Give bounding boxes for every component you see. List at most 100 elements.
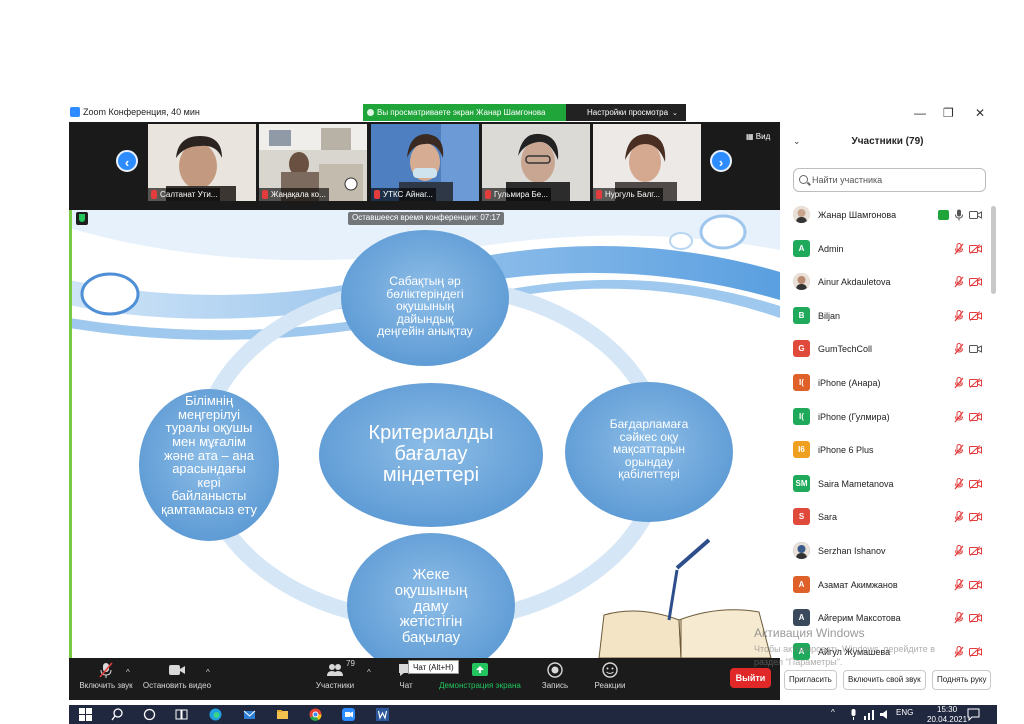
video-options-caret[interactable]: ^	[206, 668, 210, 677]
slide-node-bottom: Жеке оқушының даму жетістігін бақылау	[394, 566, 468, 646]
volume-icon[interactable]	[879, 708, 892, 721]
participant-name: Жанар Шамгонова	[818, 210, 897, 220]
participant-row[interactable]: I(iPhone (Анара)	[780, 368, 990, 398]
stop-video-button[interactable]: Остановить видео	[141, 662, 213, 690]
video-off-icon[interactable]	[969, 378, 982, 388]
participant-row[interactable]: I(iPhone (Гулмира)	[780, 402, 990, 432]
participant-row[interactable]: S Sara	[780, 502, 990, 532]
participant-row[interactable]: Serzhan Ishanov	[780, 536, 990, 566]
participant-row[interactable]: A Admin	[780, 234, 990, 264]
video-off-icon[interactable]	[969, 445, 982, 456]
invite-button[interactable]: Пригласить	[784, 670, 837, 690]
video-off-icon[interactable]	[969, 579, 982, 590]
participant-row[interactable]: Жанар Шамгонова	[780, 200, 990, 230]
minimize-button[interactable]: —	[914, 106, 926, 120]
mail-icon[interactable]	[243, 708, 256, 721]
muted-mic-icon[interactable]	[954, 276, 964, 288]
zoom-logo-icon	[70, 107, 80, 117]
chrome-icon[interactable]	[309, 708, 322, 721]
tray-chevron-icon[interactable]: ^	[831, 708, 835, 717]
zoom-app-icon[interactable]	[342, 708, 355, 721]
video-tile[interactable]: Жаңақала ко...	[259, 124, 367, 201]
edge-icon[interactable]	[209, 708, 222, 721]
panel-title: Участники (79)	[851, 136, 924, 147]
video-off-icon[interactable]	[969, 310, 982, 321]
participant-row[interactable]: B Biljan	[780, 301, 990, 331]
unmute-self-button[interactable]: Включить свой звук	[843, 670, 926, 690]
video-off-icon[interactable]	[969, 512, 982, 523]
muted-mic-icon[interactable]	[954, 578, 964, 591]
participant-row[interactable]: А Азамат Акимжанов	[780, 570, 990, 600]
close-button[interactable]: ✕	[975, 106, 985, 120]
app-title: Zoom Конференция, 40 мин	[70, 107, 200, 117]
chevron-left-icon: ‹	[124, 155, 130, 170]
participant-row[interactable]: Ainur Akdauletova	[780, 267, 990, 297]
video-camera-icon	[169, 665, 185, 675]
network-icon[interactable]	[863, 708, 876, 721]
restore-icon: ❐	[943, 106, 954, 120]
participants-icon	[327, 664, 343, 676]
video-tile[interactable]: Нургуль Балг...	[593, 124, 701, 201]
tile-name: Салтанат Ути...	[148, 188, 221, 201]
title-bar: Zoom Конференция, 40 мин Вы просматривае…	[69, 104, 780, 122]
leave-button[interactable]: Выйти	[730, 668, 771, 688]
muted-mic-icon[interactable]	[954, 242, 964, 255]
video-off-icon[interactable]	[969, 277, 982, 288]
activation-watermark-title: Активация Windows	[754, 626, 865, 640]
avatar: B	[793, 306, 810, 324]
view-button[interactable]: ▦ Вид	[746, 132, 770, 141]
participant-row[interactable]: I6 iPhone 6 Plus	[780, 435, 990, 465]
mic-icon[interactable]	[954, 209, 964, 221]
video-off-icon[interactable]	[969, 243, 982, 254]
video-off-icon[interactable]	[969, 478, 982, 489]
mic-tray-icon[interactable]	[847, 708, 860, 721]
participant-search-input[interactable]: Найти участника	[793, 168, 986, 192]
clock[interactable]: 15:30 20.04.2021	[927, 705, 967, 724]
restore-button[interactable]: ❐	[943, 106, 954, 120]
participant-row[interactable]: G GumTechColl	[780, 334, 990, 364]
video-off-icon[interactable]	[969, 646, 982, 657]
participant-row[interactable]: SM Saira Mametanova	[780, 469, 990, 499]
search-icon[interactable]	[111, 708, 124, 721]
video-camera-icon[interactable]	[969, 344, 982, 354]
view-settings-button[interactable]: Настройки просмотра ⌄	[566, 104, 686, 121]
raise-hand-button[interactable]: Поднять руку	[932, 670, 992, 690]
word-icon[interactable]	[376, 708, 389, 721]
participant-list-scrollbar[interactable]	[991, 206, 996, 294]
video-off-icon[interactable]	[969, 613, 982, 624]
muted-mic-icon[interactable]	[954, 477, 964, 490]
strip-prev-button[interactable]: ‹	[116, 150, 138, 172]
muted-mic-icon[interactable]	[954, 511, 964, 523]
muted-mic-icon[interactable]	[954, 645, 964, 658]
record-button[interactable]: Запись	[535, 662, 575, 690]
participants-caret[interactable]: ^	[367, 668, 371, 677]
security-shield-icon[interactable]	[76, 212, 88, 225]
close-icon: ✕	[975, 106, 986, 120]
video-off-icon[interactable]	[969, 411, 982, 422]
muted-mic-icon[interactable]	[954, 444, 964, 456]
zoom-window: Zoom Конференция, 40 мин Вы просматривае…	[0, 0, 1024, 724]
video-tile[interactable]: Гульмира Бе...	[482, 124, 590, 201]
view-settings-label: Настройки просмотра	[587, 108, 669, 117]
language-indicator[interactable]: ENG	[896, 708, 913, 717]
video-tile[interactable]: УТКС Айнаг...	[371, 124, 479, 201]
strip-next-button[interactable]: ›	[710, 150, 732, 172]
file-explorer-icon[interactable]	[276, 708, 289, 721]
audio-options-caret[interactable]: ^	[126, 668, 130, 677]
video-camera-icon[interactable]	[969, 210, 982, 220]
reactions-button[interactable]: Реакции	[588, 662, 632, 690]
tile-name: УТКС Айнаг...	[371, 188, 436, 201]
muted-mic-icon	[99, 662, 113, 678]
notifications-icon[interactable]	[967, 708, 980, 721]
muted-mic-icon[interactable]	[954, 309, 964, 322]
muted-mic-icon[interactable]	[954, 377, 964, 389]
cortana-icon[interactable]	[143, 708, 156, 721]
muted-mic-icon[interactable]	[954, 410, 964, 423]
video-off-icon[interactable]	[969, 546, 982, 556]
task-view-icon[interactable]	[175, 708, 188, 721]
video-tile[interactable]: Салтанат Ути...	[148, 124, 256, 201]
muted-mic-icon[interactable]	[954, 612, 964, 624]
muted-mic-icon[interactable]	[954, 545, 964, 557]
windows-start-icon[interactable]	[79, 708, 92, 721]
muted-mic-icon[interactable]	[954, 343, 964, 355]
